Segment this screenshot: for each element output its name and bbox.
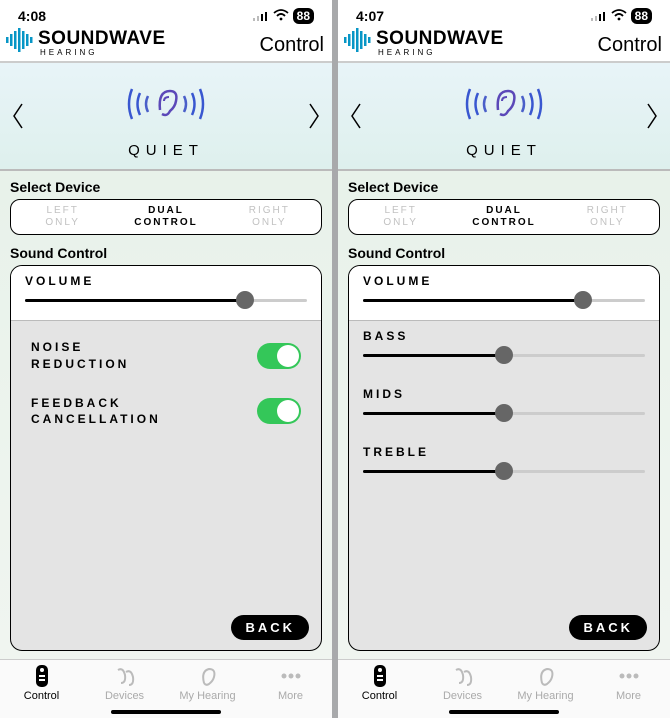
treble-label: TREBLE [363,445,645,459]
mids-label: MIDS [363,387,645,401]
tab-control-label: Control [24,690,59,702]
home-indicator[interactable] [449,710,559,714]
mode-prev-button[interactable] [10,101,26,136]
tab-more[interactable]: More [587,664,670,702]
eq-section: BASS MIDS TREBLE [349,321,659,605]
segment-right-only[interactable]: RIGHT ONLY [218,200,321,234]
logo: SOUNDWAVE HEARING [344,28,504,57]
logo-icon [6,28,36,57]
tab-control-label: Control [362,690,397,702]
volume-label: VOLUME [25,274,307,288]
ear-icon [198,664,218,688]
mode-label: QUIET [128,142,204,159]
wifi-icon [611,8,627,24]
tab-more[interactable]: More [249,664,332,702]
tab-hearing-label: My Hearing [517,690,573,702]
more-icon [279,664,303,688]
volume-label: VOLUME [363,274,645,288]
select-device-title: Select Device [348,179,660,195]
tab-devices-label: Devices [105,690,144,702]
battery-badge: 88 [631,8,652,24]
mode-banner: QUIET [338,63,670,171]
app-header: SOUNDWAVE HEARING Control [0,28,332,63]
segment-dual-control[interactable]: DUAL CONTROL [114,200,217,234]
wifi-icon [273,8,289,24]
tab-devices[interactable]: Devices [421,664,504,702]
ear-icon [536,664,556,688]
tab-control[interactable]: Control [0,664,83,702]
tab-devices[interactable]: Devices [83,664,166,702]
tab-my-hearing[interactable]: My Hearing [166,664,249,702]
tab-my-hearing[interactable]: My Hearing [504,664,587,702]
page-title: Control [598,34,662,57]
volume-slider[interactable] [363,290,645,310]
status-bar: 4:07 88 [338,0,670,28]
sound-control-title: Sound Control [348,245,660,261]
segment-dual-control[interactable]: DUAL CONTROL [452,200,555,234]
toggle-section: NOISE REDUCTION FEEDBACK CANCELLATION [11,321,321,605]
noise-reduction-label: NOISE REDUCTION [31,339,129,373]
tab-more-label: More [616,690,641,702]
hearing-aid-icon [451,664,475,688]
tab-control[interactable]: Control [338,664,421,702]
cellular-icon [253,8,269,24]
logo: SOUNDWAVE HEARING [6,28,166,57]
segment-left-only[interactable]: LEFT ONLY [349,200,452,234]
remote-icon [373,664,387,688]
status-time: 4:07 [356,8,384,24]
status-icons: 88 [591,8,652,24]
ear-mode-icon [126,77,206,136]
more-icon [617,664,641,688]
segment-left-only[interactable]: LEFT ONLY [11,200,114,234]
status-time: 4:08 [18,8,46,24]
back-button[interactable]: BACK [231,615,309,640]
sound-control-title: Sound Control [10,245,322,261]
bass-label: BASS [363,329,645,343]
hearing-aid-icon [113,664,137,688]
ear-mode-icon [464,77,544,136]
sound-control-panel: VOLUME NOISE REDUCTION FEEDBACK CANCELLA… [10,265,322,651]
page-title: Control [260,34,324,57]
back-button[interactable]: BACK [569,615,647,640]
mode-prev-button[interactable] [348,101,364,136]
phone-right: 4:07 88 SOUNDWAVE HEARING Control QUIET … [338,0,670,718]
mids-slider[interactable] [363,403,645,423]
tab-devices-label: Devices [443,690,482,702]
segment-right-only[interactable]: RIGHT ONLY [556,200,659,234]
status-bar: 4:08 88 [0,0,332,28]
content-area: Select Device LEFT ONLY DUAL CONTROL RIG… [338,171,670,659]
treble-slider[interactable] [363,461,645,481]
select-device-title: Select Device [10,179,322,195]
app-header: SOUNDWAVE HEARING Control [338,28,670,63]
tab-hearing-label: My Hearing [179,690,235,702]
mode-next-button[interactable] [306,101,322,136]
brand-main: SOUNDWAVE [38,29,166,48]
logo-icon [344,28,374,57]
feedback-cancellation-toggle[interactable] [257,398,301,424]
sound-control-panel: VOLUME BASS MIDS [348,265,660,651]
brand-main: SOUNDWAVE [376,29,504,48]
mode-next-button[interactable] [644,101,660,136]
mode-label: QUIET [466,142,542,159]
cellular-icon [591,8,607,24]
status-icons: 88 [253,8,314,24]
home-indicator[interactable] [111,710,221,714]
brand-sub: HEARING [378,49,504,57]
tab-more-label: More [278,690,303,702]
content-area: Select Device LEFT ONLY DUAL CONTROL RIG… [0,171,332,659]
volume-row: VOLUME [11,266,321,321]
brand-sub: HEARING [40,49,166,57]
noise-reduction-toggle[interactable] [257,343,301,369]
volume-row: VOLUME [349,266,659,321]
feedback-cancellation-label: FEEDBACK CANCELLATION [31,395,161,429]
device-segmented: LEFT ONLY DUAL CONTROL RIGHT ONLY [348,199,660,235]
device-segmented: LEFT ONLY DUAL CONTROL RIGHT ONLY [10,199,322,235]
phone-left: 4:08 88 SOUNDWAVE HEARING Control QUIET … [0,0,332,718]
remote-icon [35,664,49,688]
volume-slider[interactable] [25,290,307,310]
mode-banner: QUIET [0,63,332,171]
bass-slider[interactable] [363,345,645,365]
battery-badge: 88 [293,8,314,24]
